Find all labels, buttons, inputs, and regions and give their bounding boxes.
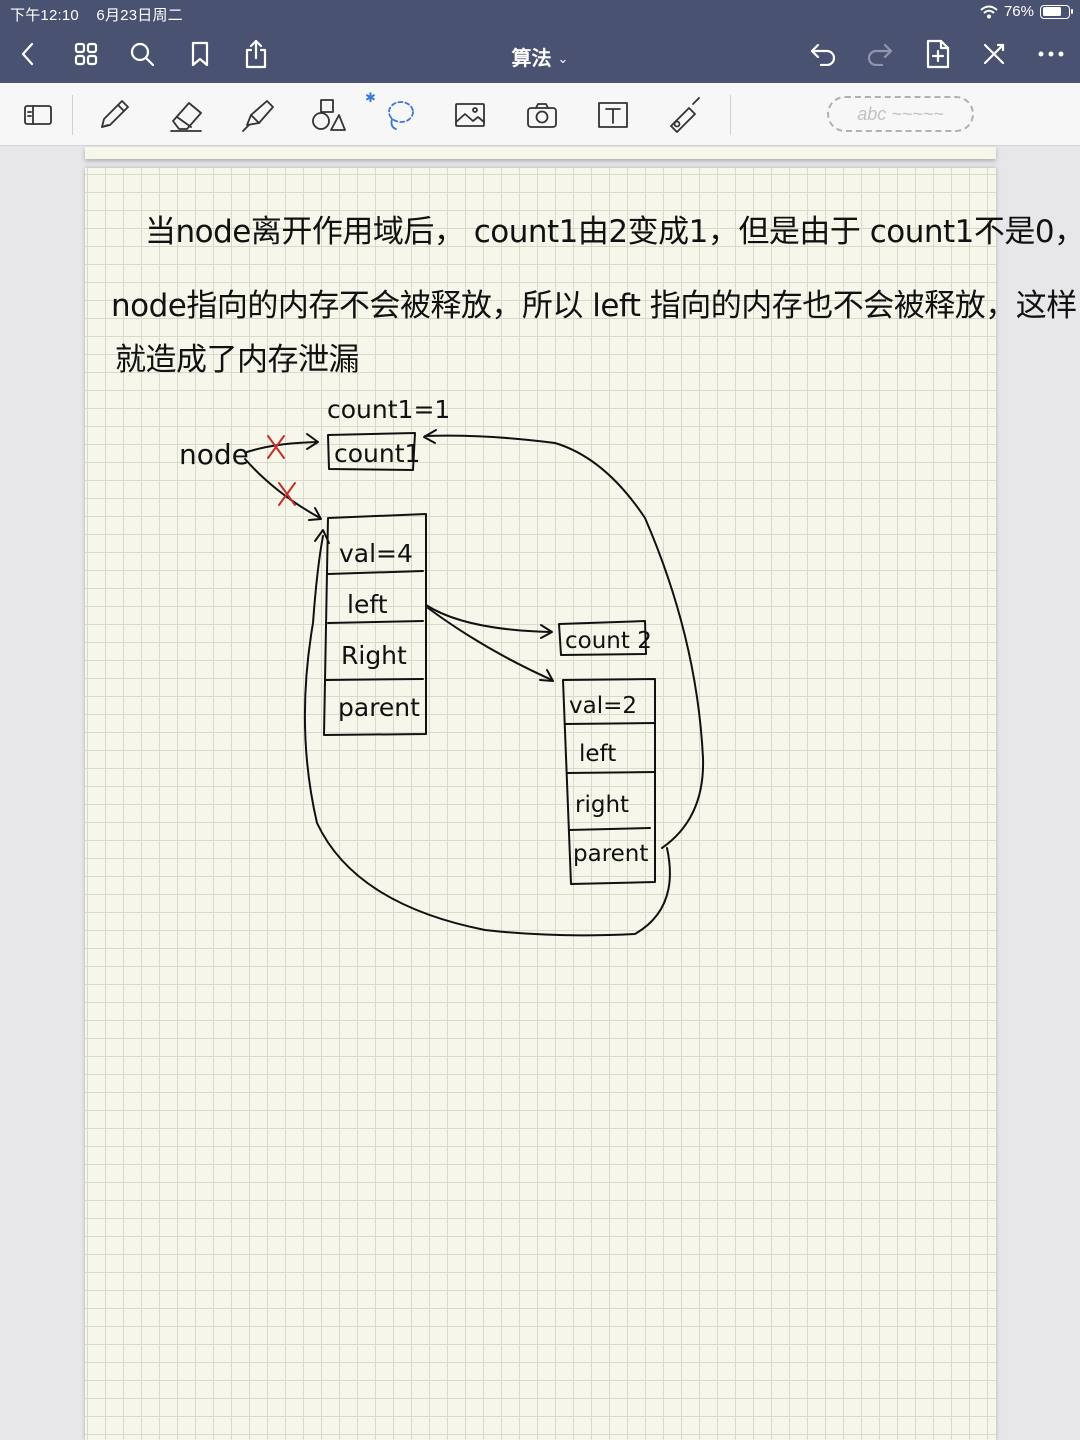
- object1-right: Right: [341, 641, 407, 670]
- lasso-tool[interactable]: [378, 93, 422, 137]
- lasso-icon: [388, 101, 414, 130]
- camera-tool[interactable]: [520, 93, 564, 137]
- note-page[interactable]: 当node离开作用域后， count1由2变成1，但是由于 count1不是0，…: [85, 168, 1080, 1440]
- more-icon: [1038, 51, 1064, 57]
- page-layout-button[interactable]: [16, 93, 60, 137]
- battery-percent: 76%: [1003, 3, 1034, 20]
- laser-pointer-tool[interactable]: [662, 93, 706, 137]
- redo-icon: [867, 43, 893, 66]
- eraser-icon: [170, 102, 202, 132]
- toolbar-divider: [72, 95, 73, 135]
- text-tool[interactable]: [591, 93, 635, 137]
- handwriting-convert-field[interactable]: abc ~~~~~: [827, 96, 974, 132]
- object2-parent: parent: [573, 841, 648, 867]
- navigation-row: 算法 ⌄: [0, 26, 1080, 83]
- left-to-obj2-arrow: [427, 607, 553, 681]
- close-edit-button[interactable]: [974, 34, 1014, 74]
- battery-icon: [1040, 4, 1073, 19]
- left-to-count2-arrow: [425, 604, 552, 633]
- status-bar: 下午12:10 6月23日周二 76%: [0, 0, 1080, 26]
- object2-right: right: [575, 792, 629, 818]
- pen-tool[interactable]: [92, 93, 136, 137]
- top-bar: 下午12:10 6月23日周二 76% 算法 ⌄: [0, 0, 1080, 83]
- add-page-button[interactable]: [918, 34, 958, 74]
- node-label: node: [179, 438, 249, 471]
- close-edit-icon: [983, 43, 1005, 65]
- textbox-icon: [598, 102, 628, 128]
- object1-parent: parent: [338, 693, 420, 722]
- redo-button[interactable]: [860, 34, 900, 74]
- toolbar-divider: [730, 95, 731, 135]
- bluetooth-icon: ✱: [365, 90, 376, 105]
- highlighter-tool[interactable]: [236, 93, 280, 137]
- highlighter-icon: [242, 100, 274, 132]
- object2-left: left: [579, 741, 616, 767]
- image-icon: [455, 103, 485, 127]
- pen-icon: [101, 100, 129, 128]
- more-button[interactable]: [1031, 34, 1071, 74]
- camera-icon: [527, 103, 557, 128]
- object1-left: left: [347, 590, 388, 619]
- status-time: 下午12:10: [10, 7, 79, 24]
- count1-box-label: count1: [334, 439, 420, 468]
- wifi-icon: [980, 5, 998, 18]
- undo-icon: [810, 43, 836, 66]
- count1-caption: count1=1: [327, 395, 450, 424]
- memory-diagram: node count1=1 count1 val=4 left Right pa…: [179, 395, 705, 937]
- add-page-icon: [926, 39, 950, 69]
- count2-box-label: count 2: [565, 628, 652, 654]
- undo-button[interactable]: [803, 34, 843, 74]
- node-to-obj1-arrowhead: [308, 507, 322, 521]
- shapes-icon: [312, 99, 346, 131]
- layout-icon: [24, 105, 52, 125]
- status-date: 6月23日周二: [96, 7, 183, 24]
- previous-page-edge[interactable]: [85, 147, 996, 159]
- object1-val: val=4: [339, 539, 413, 568]
- shapes-tool[interactable]: [306, 93, 350, 137]
- image-tool[interactable]: [448, 93, 492, 137]
- laser-icon: [670, 97, 700, 133]
- node-to-count1-arrow: [246, 441, 318, 453]
- chevron-down-icon: ⌄: [557, 51, 569, 66]
- object2-val: val=2: [569, 693, 637, 719]
- eraser-tool[interactable]: [164, 93, 208, 137]
- battery-level: [1042, 7, 1061, 16]
